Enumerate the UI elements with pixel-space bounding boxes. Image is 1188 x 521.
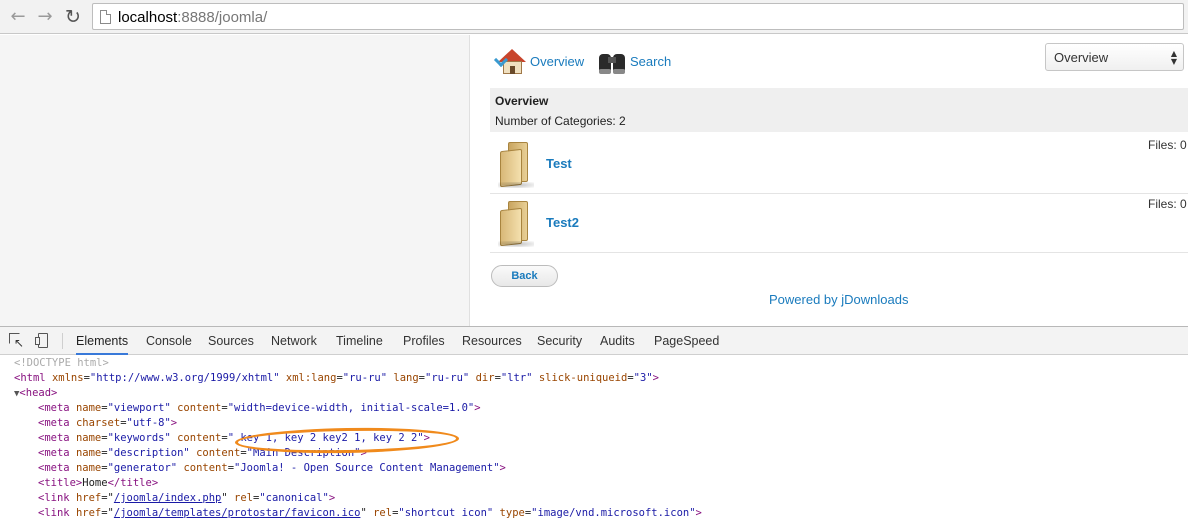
back-arrow-icon[interactable]: ←: [7, 6, 29, 28]
folder-icon: [498, 201, 540, 247]
dom-line-meta-charset[interactable]: <meta charset="utf-8">: [38, 416, 177, 431]
category-title[interactable]: Test: [546, 156, 572, 171]
back-button[interactable]: Back: [491, 265, 558, 287]
device-mode-icon[interactable]: [35, 333, 51, 349]
reload-icon[interactable]: ↻: [62, 6, 84, 28]
tabbar-divider: [62, 333, 63, 349]
dom-line-link-icon[interactable]: <link href="/joomla/templates/protostar/…: [38, 506, 702, 521]
dom-line-head[interactable]: ▼<head>: [14, 386, 57, 402]
category-file-count: Files: 0: [1148, 138, 1187, 152]
binoculars-icon: [596, 45, 628, 77]
dom-line-link-canonical[interactable]: <link href="/joomla/index.php" rel="cano…: [38, 491, 335, 506]
url-text: localhost:8888/joomla/: [118, 9, 268, 26]
powered-by-link[interactable]: Powered by jDownloads: [769, 292, 908, 307]
dom-tree: <!DOCTYPE html> <html xmlns="http://www.…: [0, 356, 1188, 521]
home-icon: [493, 45, 528, 77]
tab-sources[interactable]: Sources: [208, 327, 254, 355]
category-row[interactable]: Test Files: 0: [490, 136, 1188, 194]
tab-pagespeed[interactable]: PageSpeed: [654, 327, 719, 355]
select-arrows-icon: ▲ ▼: [1170, 49, 1177, 66]
search-link[interactable]: Search: [596, 45, 671, 77]
category-row[interactable]: Test2 Files: 0: [490, 195, 1188, 253]
left-pane: [0, 35, 470, 326]
tab-profiles[interactable]: Profiles: [403, 327, 445, 355]
dom-line-doctype[interactable]: <!DOCTYPE html>: [14, 356, 109, 371]
dom-line-html[interactable]: <html xmlns="http://www.w3.org/1999/xhtm…: [14, 371, 659, 386]
category-title[interactable]: Test2: [546, 215, 579, 230]
page-icon: [100, 10, 111, 24]
tab-elements[interactable]: Elements: [76, 327, 129, 355]
overview-link-label: Overview: [530, 53, 585, 69]
category-count: Number of Categories: 2: [495, 114, 626, 128]
page-viewport: Overview Search Overview ▲ ▼ Overview Num…: [0, 35, 1188, 326]
overview-link[interactable]: Overview: [493, 45, 585, 77]
dom-line-title[interactable]: <title>Home</title>: [38, 476, 158, 491]
tab-security[interactable]: Security: [537, 327, 582, 355]
search-link-label: Search: [630, 53, 672, 69]
tab-console[interactable]: Console: [146, 327, 192, 355]
tab-network[interactable]: Network: [271, 327, 317, 355]
overview-header: Overview Number of Categories: 2: [490, 88, 1188, 132]
tab-resources[interactable]: Resources: [462, 327, 522, 355]
overview-heading: Overview: [495, 94, 549, 108]
tab-audits[interactable]: Audits: [600, 327, 635, 355]
address-bar[interactable]: localhost:8888/joomla/: [92, 3, 1184, 30]
tab-timeline[interactable]: Timeline: [336, 327, 383, 355]
devtools-panel: ↖ Elements Console Sources Network Timel…: [0, 326, 1188, 521]
jdownloads-content: Overview Search Overview ▲ ▼ Overview Num…: [470, 35, 1188, 326]
inspect-element-icon[interactable]: ↖: [9, 333, 25, 349]
forward-arrow-icon[interactable]: →: [34, 6, 56, 28]
category-select[interactable]: Overview ▲ ▼: [1045, 43, 1184, 71]
category-file-count: Files: 0: [1148, 197, 1187, 211]
folder-icon: [498, 142, 540, 188]
dom-line-meta-generator[interactable]: <meta name="generator" content="Joomla! …: [38, 461, 506, 476]
devtools-tabbar: ↖ Elements Console Sources Network Timel…: [0, 327, 1188, 355]
dom-line-meta-viewport[interactable]: <meta name="viewport" content="width=dev…: [38, 401, 481, 416]
select-value: Overview: [1054, 50, 1109, 65]
browser-toolbar: ← → ↻ localhost:8888/joomla/: [0, 0, 1188, 34]
